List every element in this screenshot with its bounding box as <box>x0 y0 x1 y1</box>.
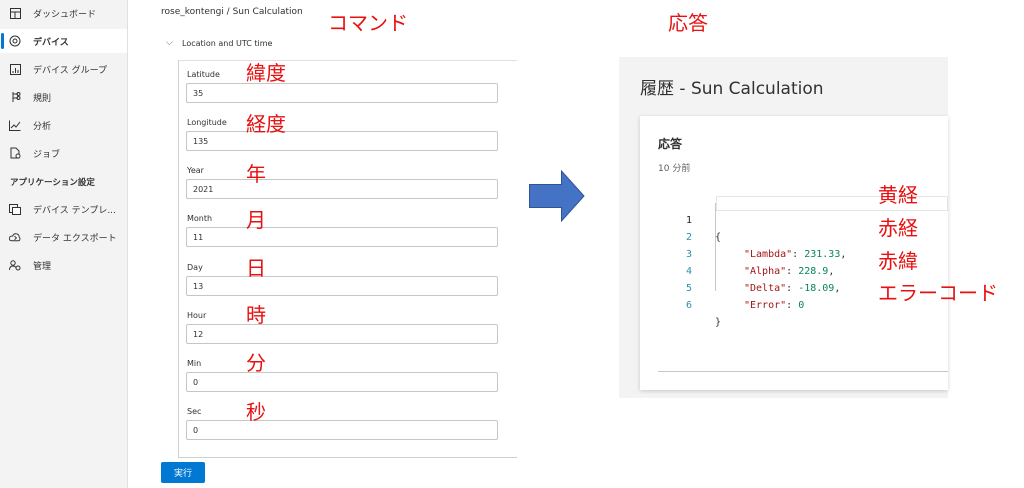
sidebar-item-analytics[interactable]: 分析 <box>0 113 127 137</box>
device-templates-icon <box>9 203 21 215</box>
code-text: } <box>715 317 722 328</box>
command-annotation: コマンド <box>328 11 408 35</box>
day-field[interactable] <box>186 276 498 296</box>
hour-label: Hour <box>187 311 207 320</box>
min-label: Min <box>187 359 202 368</box>
sidebar-item-jobs[interactable]: ジョブ <box>0 141 127 165</box>
command-title: rose_kontengi / Sun Calculation <box>161 7 303 17</box>
section-label: Location and UTC time <box>182 38 273 48</box>
delta-annotation: 赤緯 <box>878 249 918 273</box>
day-annotation: 日 <box>246 256 266 280</box>
latitude-annotation: 緯度 <box>246 61 286 85</box>
year-field[interactable] <box>186 179 498 199</box>
code-text: "Alpha": 228.9, <box>744 266 835 277</box>
sidebar-item-device-templates[interactable]: デバイス テンプレ... <box>0 197 127 221</box>
chevron-down-icon: ⌵ <box>166 38 173 48</box>
hour-field[interactable] <box>186 324 498 344</box>
sidebar-item-device-groups[interactable]: デバイス グループ <box>0 57 127 81</box>
longitude-label: Longitude <box>187 118 227 127</box>
response-divider <box>658 371 948 372</box>
sidebar: ダッシュボード デバイス デバイス グループ 規則 分析 ジョブ アプリケーショ… <box>0 0 128 488</box>
response-timestamp: 10 分前 <box>658 164 691 174</box>
code-text: "Lambda": 231.33, <box>744 249 847 260</box>
sidebar-item-label: 分析 <box>33 121 52 132</box>
device-groups-icon <box>9 63 21 75</box>
right-arrow-icon <box>529 170 585 222</box>
sidebar-item-label: ジョブ <box>33 149 61 160</box>
code-text: { <box>715 232 722 243</box>
sidebar-section-app-settings: アプリケーション設定 <box>10 178 95 188</box>
sidebar-item-label: デバイス テンプレ... <box>33 205 116 216</box>
latitude-field[interactable] <box>186 83 498 103</box>
rules-icon <box>9 91 21 103</box>
day-label: Day <box>187 263 203 272</box>
code-text: "Delta": -18.09, <box>744 283 841 294</box>
year-annotation: 年 <box>246 162 266 186</box>
lambda-annotation: 黄経 <box>878 183 918 207</box>
sidebar-item-label: デバイス <box>33 37 69 48</box>
sidebar-item-devices[interactable]: デバイス <box>0 29 127 53</box>
sidebar-item-rules[interactable]: 規則 <box>0 85 127 109</box>
dashboard-icon <box>9 7 21 19</box>
longitude-field[interactable] <box>186 131 498 151</box>
error-code-annotation: エラーコード <box>878 281 998 305</box>
min-annotation: 分 <box>246 351 266 375</box>
administration-icon <box>9 259 21 271</box>
response-panel-title: 履歴 - Sun Calculation <box>640 79 824 99</box>
sidebar-item-label: デバイス グループ <box>33 65 108 76</box>
latitude-label: Latitude <box>187 70 220 79</box>
analytics-icon <box>9 119 21 131</box>
code-line: 6 } <box>660 280 721 328</box>
code-line: 1 { <box>660 195 721 243</box>
month-field[interactable] <box>186 227 498 247</box>
response-heading: 応答 <box>658 137 683 151</box>
sidebar-item-label: データ エクスポート <box>33 233 117 244</box>
hour-annotation: 時 <box>246 303 266 327</box>
screenshot-root: ダッシュボード デバイス デバイス グループ 規則 分析 ジョブ アプリケーショ… <box>0 0 1024 488</box>
sec-field[interactable] <box>186 420 498 440</box>
sidebar-item-data-export[interactable]: データ エクスポート <box>0 225 127 249</box>
sidebar-item-label: 管理 <box>33 261 52 272</box>
sidebar-item-dashboard[interactable]: ダッシュボード <box>0 1 127 25</box>
code-line: 5 "Error": 0 <box>660 263 804 311</box>
longitude-annotation: 経度 <box>246 112 286 136</box>
fold-guide <box>715 203 716 291</box>
response-annotation: 応答 <box>668 11 708 35</box>
year-label: Year <box>187 166 204 175</box>
month-label: Month <box>187 214 213 223</box>
code-line: 4 "Delta": -18.09, <box>660 246 840 294</box>
alpha-annotation: 赤経 <box>878 216 918 240</box>
devices-icon <box>9 35 21 47</box>
code-line: 3 "Alpha": 228.9, <box>660 229 834 277</box>
sidebar-item-label: 規則 <box>33 93 52 104</box>
sec-annotation: 秒 <box>246 400 266 424</box>
code-text: "Error": 0 <box>744 300 805 311</box>
form-section <box>178 60 517 458</box>
run-button[interactable]: 実行 <box>161 462 205 483</box>
month-annotation: 月 <box>246 208 266 232</box>
jobs-icon <box>9 147 21 159</box>
section-toggle[interactable]: ⌵ Location and UTC time <box>166 38 272 48</box>
sec-label: Sec <box>187 407 202 416</box>
sidebar-item-label: ダッシュボード <box>33 9 97 20</box>
sidebar-item-administration[interactable]: 管理 <box>0 253 127 277</box>
response-code: 1 { 2 "Lambda": 231.33, 3 "Alpha": 228.9… <box>660 195 846 328</box>
data-export-icon <box>9 231 21 243</box>
min-field[interactable] <box>186 372 498 392</box>
code-line: 2 "Lambda": 231.33, <box>660 212 846 260</box>
line-number: 6 <box>685 300 692 311</box>
